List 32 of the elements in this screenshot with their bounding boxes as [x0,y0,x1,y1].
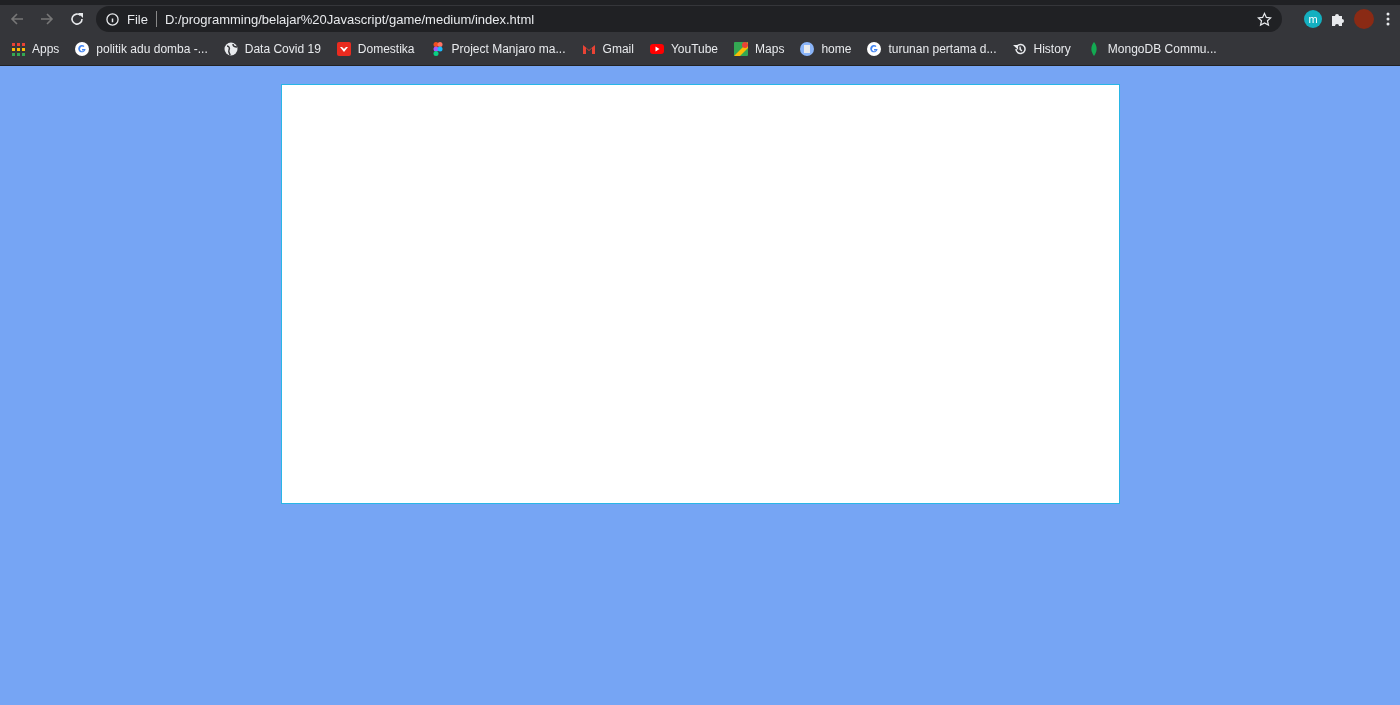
google-icon [867,42,882,56]
figma-icon [430,42,445,56]
bookmark-item[interactable]: home [793,39,859,59]
back-arrow-icon[interactable] [9,11,25,27]
bookmark-item[interactable]: Project Manjaro ma... [423,39,573,59]
play-icon [649,42,664,56]
star-icon[interactable] [1257,11,1272,27]
grid-icon [11,42,25,56]
bookmark-item[interactable]: Data Covid 19 [216,39,328,59]
security-label: File [127,11,148,27]
info-icon [106,12,119,26]
google-icon [75,42,90,56]
bookmark-item[interactable]: Domestika [329,39,422,59]
bookmark-item[interactable]: Apps [4,39,67,59]
history-icon [1012,42,1027,56]
document-icon [800,42,815,56]
map-icon [734,42,749,56]
bookmark-item[interactable]: turunan pertama d... [860,39,1004,59]
bookmark-item[interactable]: MongoDB Commu... [1079,39,1224,59]
domestika-icon [336,42,351,56]
mail-icon [581,42,596,56]
bookmark-item[interactable]: History [1005,39,1078,59]
address-bar[interactable]: File D:/programming/belajar%20Javascript/game/medium/index.html [96,6,1282,32]
bookmark-item[interactable]: Maps [727,39,792,59]
reload-icon[interactable] [69,11,85,27]
puzzle-icon[interactable] [1330,11,1346,27]
globe-icon [223,42,238,56]
forward-arrow-icon[interactable] [39,11,55,27]
bookmark-item[interactable]: Gmail [574,39,641,59]
bookmark-item[interactable]: YouTube [642,39,726,59]
bookmark-item[interactable]: politik adu domba -... [68,39,215,59]
url-text: D:/programming/belajar%20Javascript/game/medium/index.html [164,11,536,27]
